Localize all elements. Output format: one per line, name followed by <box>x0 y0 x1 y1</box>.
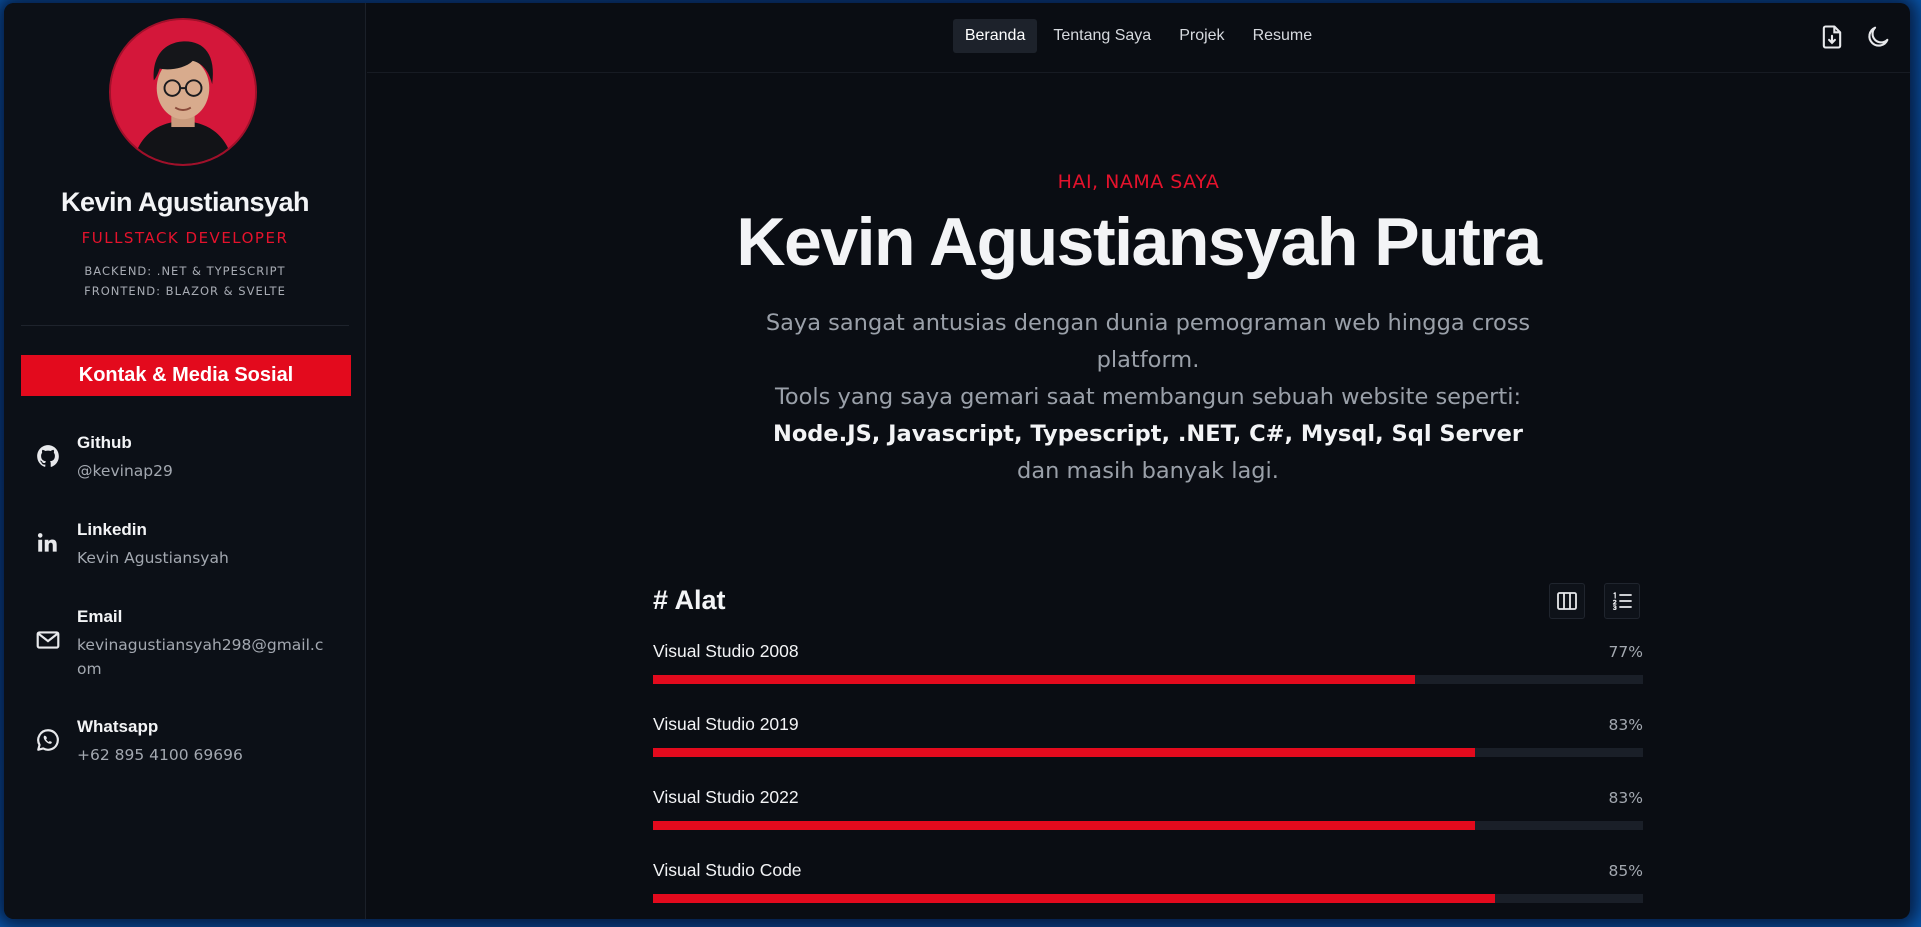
stack-backend: BACKEND: .NET & TYPESCRIPT <box>84 264 286 278</box>
contact-github-title: Github <box>77 433 132 452</box>
tool-progress-fill <box>653 675 1416 684</box>
contact-linkedin-title: Linkedin <box>77 520 147 539</box>
main-nav: Beranda Tentang Saya Projek Resume <box>367 19 1910 53</box>
tool-item: Visual Studio 2008 77% <box>653 641 1643 691</box>
tool-progress-track <box>653 894 1643 903</box>
intro-tools: Node.JS, Javascript, Typescript, .NET, C… <box>773 421 1523 447</box>
profile-stack: BACKEND: .NET & TYPESCRIPT FRONTEND: BLA… <box>4 261 366 301</box>
browser-window: Kevin Agustiansyah FULLSTACK DEVELOPER B… <box>4 3 1910 919</box>
tool-progress-fill <box>653 821 1475 830</box>
tool-item: Visual Studio 2019 83% <box>653 714 1643 764</box>
list-view-button[interactable] <box>1604 583 1640 619</box>
linkedin-icon <box>35 530 61 556</box>
profile-role: FULLSTACK DEVELOPER <box>81 229 289 247</box>
github-icon <box>35 443 61 469</box>
intro-line-2: Tools yang saya gemari saat membangun se… <box>774 384 1522 410</box>
tool-name: Visual Studio 2008 <box>653 641 799 661</box>
tool-progress-track <box>653 675 1643 684</box>
intro-tail: dan masih banyak lagi. <box>1017 458 1279 484</box>
tools-section-title: # Alat <box>653 585 726 615</box>
contact-email-title: Email <box>77 607 123 626</box>
tool-name: Visual Studio Code <box>653 860 802 880</box>
hero-headline: Kevin Agustiansyah Putra <box>736 204 1542 280</box>
contact-linkedin-value[interactable]: Kevin Agustiansyah <box>77 546 332 570</box>
tool-percent: 83% <box>1608 789 1643 807</box>
sidebar: Kevin Agustiansyah FULLSTACK DEVELOPER B… <box>4 3 366 919</box>
nav-projek[interactable]: Projek <box>1167 19 1236 53</box>
avatar <box>109 18 257 166</box>
moon-icon[interactable] <box>1864 23 1892 51</box>
tool-progress-fill <box>653 748 1475 757</box>
hero-intro: Saya sangat antusias dengan dunia pemogr… <box>764 305 1532 490</box>
download-file-icon[interactable] <box>1818 23 1846 51</box>
intro-line-1: Saya sangat antusias dengan dunia pemogr… <box>765 310 1531 373</box>
mail-icon <box>35 627 61 653</box>
tool-percent: 83% <box>1608 716 1643 734</box>
contact-section-header: Kontak & Media Sosial <box>21 355 351 396</box>
contact-whatsapp-title: Whatsapp <box>77 717 159 736</box>
contact-github-value[interactable]: @kevinap29 <box>77 459 332 483</box>
profile-name: Kevin Agustiansyah <box>60 187 310 217</box>
columns-view-button[interactable] <box>1549 583 1585 619</box>
stack-frontend: FRONTEND: BLAZOR & SVELTE <box>84 284 286 298</box>
hero-greeting: HAI, NAMA SAYA <box>1057 171 1220 193</box>
nav-beranda[interactable]: Beranda <box>952 19 1038 53</box>
tool-percent: 85% <box>1608 862 1643 880</box>
nav-tentang-saya[interactable]: Tentang Saya <box>1041 19 1163 53</box>
tool-progress-track <box>653 821 1643 830</box>
avatar-portrait-image <box>111 20 255 164</box>
sidebar-divider <box>21 325 349 326</box>
tool-name: Visual Studio 2022 <box>653 787 799 807</box>
tool-percent: 77% <box>1608 643 1643 661</box>
contact-whatsapp-value[interactable]: +62 895 4100 69696 <box>77 743 332 767</box>
contact-email-value[interactable]: kevinagustiansyah298@gmail.com <box>77 633 332 681</box>
top-navbar: Beranda Tentang Saya Projek Resume <box>367 3 1910 73</box>
columns-icon <box>1557 592 1577 610</box>
tool-progress-fill <box>653 894 1495 903</box>
whatsapp-icon <box>35 727 61 753</box>
tool-name: Visual Studio 2019 <box>653 714 799 734</box>
tool-progress-track <box>653 748 1643 757</box>
tool-item: Visual Studio Code 85% <box>653 860 1643 910</box>
tool-item: Visual Studio 2022 83% <box>653 787 1643 837</box>
ordered-list-icon <box>1612 592 1632 611</box>
nav-resume[interactable]: Resume <box>1241 19 1325 53</box>
